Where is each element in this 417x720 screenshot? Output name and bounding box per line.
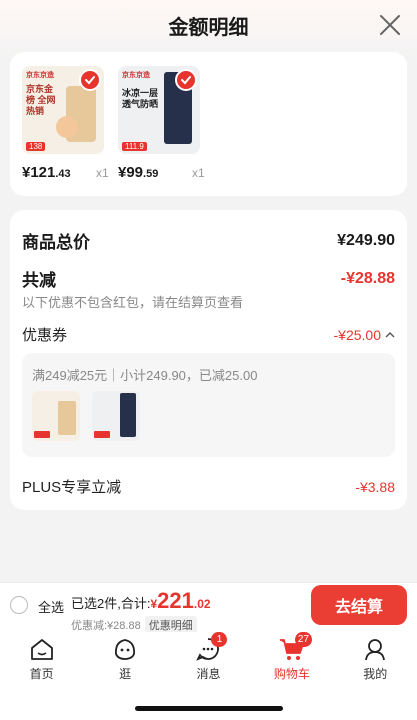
product-quantity: x1 <box>96 166 109 180</box>
product-quantity: x1 <box>192 166 205 180</box>
plus-value: -¥3.88 <box>355 478 395 495</box>
total-amount: ¥221.02 <box>150 588 211 613</box>
reduce-note: 以下优惠不包含红包，请在结算页查看 <box>22 295 244 310</box>
bottom-tab-bar: 首页 逛 1 消息 27 购物车 我的 <box>0 632 417 688</box>
coupon-product-thumb <box>92 391 140 441</box>
product-thumbnail: 京东京造 京东金榜 全网热销 138 <box>22 66 104 154</box>
cat-image <box>56 116 78 138</box>
home-icon <box>30 639 53 660</box>
sheet-title: 金额明细 <box>168 16 249 39</box>
cart-badge: 27 <box>294 632 312 647</box>
thumb-caption: 京东金榜 全网热销 <box>26 84 56 116</box>
amount-detail-sheet: 金额明细 京东京造 京东金榜 全网热销 138 ¥121.43 x1 京东京造 … <box>0 0 417 582</box>
coupon-value-group: -¥25.00 <box>334 327 395 343</box>
total-price-label: 商品总价 <box>22 233 90 252</box>
product-price: ¥99.59 <box>118 164 159 181</box>
total-price-value: ¥249.90 <box>337 231 395 249</box>
tab-label: 消息 <box>196 667 221 681</box>
close-icon[interactable] <box>377 12 403 38</box>
brand-label: 京东京造 <box>26 72 54 79</box>
coupon-row[interactable]: 优惠券 -¥25.00 <box>22 324 395 345</box>
tab-message[interactable]: 1 消息 <box>173 632 243 688</box>
coupon-label: 优惠券 <box>22 327 68 344</box>
plus-label: PLUS专享立减 <box>22 479 122 496</box>
message-badge: 1 <box>211 632 228 647</box>
brand-label: 京东京造 <box>122 72 150 79</box>
product-price: ¥121.43 <box>22 164 71 181</box>
selected-check-icon[interactable] <box>175 69 197 91</box>
browse-icon <box>115 639 136 660</box>
product-item[interactable]: 京东京造 京东金榜 全网热销 138 ¥121.43 <box>22 66 104 184</box>
product-item[interactable]: 京东京造 冰凉一层 透气防晒 111.9 ¥99.59 <box>118 66 200 184</box>
reduce-row: 共减 -¥28.88 <box>22 266 395 291</box>
select-all-label[interactable]: 全选 <box>38 597 64 616</box>
price-tag: 111.9 <box>122 142 147 151</box>
selected-check-icon[interactable] <box>79 69 101 91</box>
checkout-button[interactable]: 去结算 <box>311 585 407 625</box>
product-thumbnail: 京东京造 冰凉一层 透气防晒 111.9 <box>118 66 200 154</box>
tab-label: 首页 <box>29 667 54 681</box>
tab-home[interactable]: 首页 <box>7 632 77 688</box>
profile-icon <box>365 639 386 661</box>
home-indicator[interactable] <box>135 706 283 711</box>
tab-label: 购物车 <box>273 667 310 681</box>
tab-cart[interactable]: 27 购物车 <box>257 632 327 688</box>
discount-text: 优惠减:¥28.88 <box>71 620 141 632</box>
select-all-radio[interactable] <box>10 596 28 614</box>
sheet-header: 金额明细 <box>0 0 417 50</box>
tab-label: 我的 <box>363 667 388 681</box>
tab-label: 逛 <box>119 667 132 681</box>
product-card: 京东京造 京东金榜 全网热销 138 ¥121.43 x1 京东京造 冰凉一层 … <box>10 52 407 196</box>
coupon-value: -¥25.00 <box>333 326 381 343</box>
coupon-product-thumb <box>32 391 80 441</box>
coupon-description: 满249减25元｜小计249.90，已减25.00 <box>32 368 258 383</box>
plus-row: PLUS专享立减 -¥3.88 <box>22 476 395 497</box>
total-price-row: 商品总价 ¥249.90 <box>22 228 395 253</box>
checkout-bar: 全选 已选2件,合计:¥221.02 优惠减:¥28.88 优惠明细 去结算 <box>0 582 417 634</box>
selected-info: 已选2件,合计:¥221.02 <box>71 588 211 613</box>
coupon-detail-box: 满249减25元｜小计249.90，已减25.00 <box>22 353 395 457</box>
tab-browse[interactable]: 逛 <box>90 632 160 688</box>
reduce-label: 共减 <box>22 271 56 290</box>
price-tag: 138 <box>26 142 46 151</box>
chevron-up-icon[interactable] <box>385 331 395 339</box>
thumb-caption: 冰凉一层 透气防晒 <box>122 88 159 109</box>
price-summary-card: 商品总价 ¥249.90 共减 -¥28.88 以下优惠不包含红包，请在结算页查… <box>10 210 407 510</box>
tab-profile[interactable]: 我的 <box>340 632 410 688</box>
safe-area <box>0 688 417 720</box>
reduce-value: -¥28.88 <box>340 269 395 287</box>
